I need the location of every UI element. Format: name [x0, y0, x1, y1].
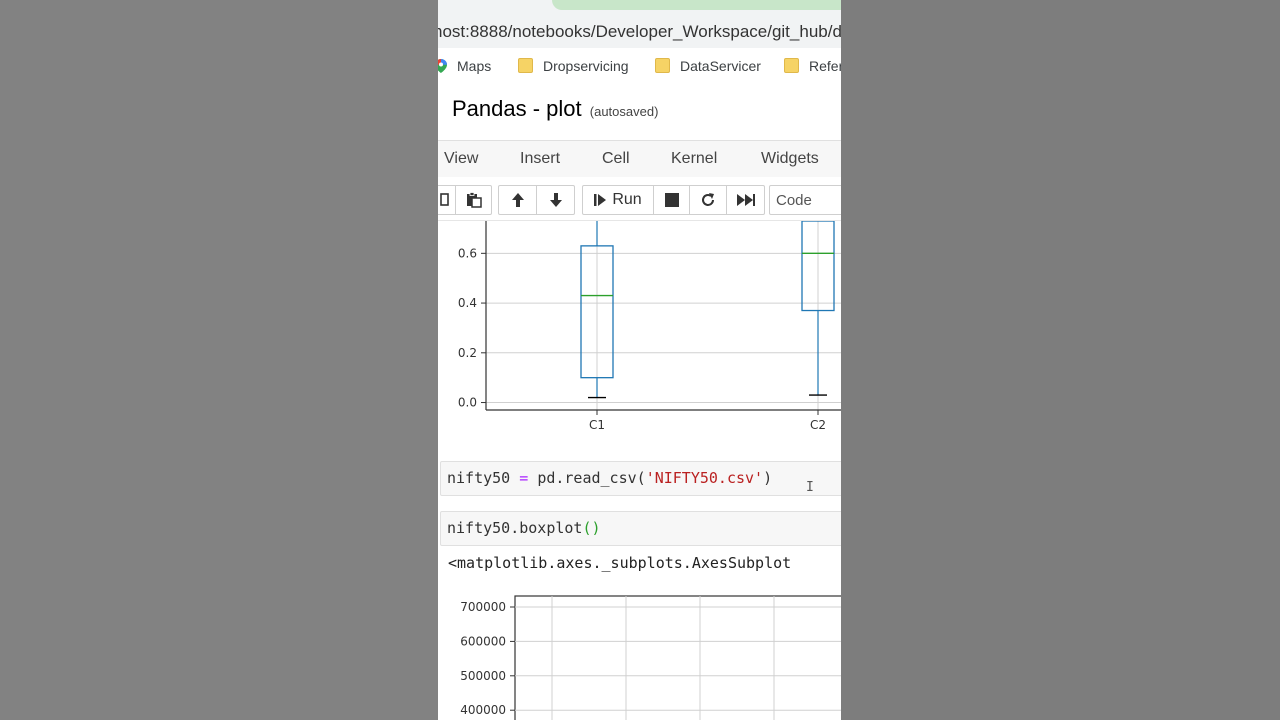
active-tab-indicator[interactable] [552, 0, 841, 10]
step-forward-icon [594, 194, 607, 206]
run-label: Run [612, 191, 642, 208]
arrow-up-icon [511, 193, 524, 207]
folder-icon [655, 58, 670, 73]
code-line[interactable]: nifty50.boxplot() [447, 519, 601, 537]
fast-forward-icon [736, 194, 755, 206]
stop-icon [664, 193, 679, 207]
background-right [841, 0, 1280, 720]
code-line[interactable]: nifty50 = pd.read_csv('NIFTY50.csv') [447, 469, 772, 487]
refresh-icon [702, 193, 714, 206]
x-tick-label: C1 [589, 418, 605, 432]
notebook-name[interactable]: Pandas - plot [452, 96, 582, 121]
y-tick-label: 600000 [460, 634, 506, 648]
bookmarks-bar: Maps Dropservicing DataServicer Refer [438, 50, 841, 82]
y-tick-label: 0.6 [458, 246, 477, 260]
menu-kernel[interactable]: Kernel [671, 150, 717, 168]
notebook-toolbar: Run Code [438, 180, 841, 221]
browser-window: host:8888/notebooks/Developer_Workspace/… [438, 0, 841, 720]
menu-cell[interactable]: Cell [602, 150, 630, 168]
run-button[interactable]: Run [583, 186, 653, 214]
folder-icon [784, 58, 799, 73]
move-down-button[interactable] [537, 186, 574, 214]
y-tick-label: 500000 [460, 669, 506, 683]
cell-output-text: <matplotlib.axes._subplots.AxesSubplot [448, 554, 792, 572]
paste-icon [466, 192, 482, 208]
arrow-down-icon [549, 193, 562, 207]
text-cursor-icon: I [806, 480, 814, 495]
y-tick-label: 0.4 [458, 296, 477, 310]
menu-widgets[interactable]: Widgets [761, 150, 819, 168]
url-text[interactable]: host:8888/notebooks/Developer_Workspace/… [438, 22, 841, 42]
notebook-title[interactable]: Pandas - plot (autosaved) [452, 96, 658, 122]
bookmark-dropservicing[interactable]: Dropservicing [518, 58, 629, 76]
bookmark-label: Dropservicing [543, 58, 629, 74]
bookmark-maps[interactable]: Maps [438, 58, 491, 76]
plot-frame [514, 595, 841, 720]
restart-run-all-button[interactable] [727, 186, 764, 214]
y-tick-label: 0.0 [458, 396, 477, 410]
menu-view[interactable]: View [444, 150, 478, 168]
paste-button[interactable] [456, 186, 491, 214]
autosave-status: (autosaved) [589, 104, 659, 119]
restart-button[interactable] [690, 186, 726, 214]
code-cell-read-csv[interactable]: nifty50 = pd.read_csv('NIFTY50.csv') [440, 461, 841, 496]
copy-icon [440, 193, 449, 206]
clipboard-group [438, 185, 492, 215]
folder-icon [518, 58, 533, 73]
boxplot-chart-2: 700000 600000 500000 400000 [460, 595, 841, 720]
address-bar[interactable]: host:8888/notebooks/Developer_Workspace/… [438, 14, 841, 48]
bookmark-dataservicer[interactable]: DataServicer [655, 58, 761, 76]
notebook-header: Pandas - plot (autosaved) [438, 86, 841, 141]
bookmark-refer[interactable]: Refer [784, 58, 841, 76]
google-maps-icon [438, 59, 447, 73]
menu-insert[interactable]: Insert [520, 150, 560, 168]
code-cell-boxplot[interactable]: nifty50.boxplot() [440, 511, 841, 546]
move-group [498, 185, 575, 215]
bookmark-label: Refer [809, 58, 841, 74]
background-left [0, 0, 438, 720]
tab-strip [438, 0, 841, 14]
y-tick-label: 0.2 [458, 346, 477, 360]
move-up-button[interactable] [499, 186, 536, 214]
bookmark-label: DataServicer [680, 58, 761, 74]
copy-button[interactable] [438, 186, 455, 214]
bookmark-label: Maps [457, 58, 492, 74]
menu-bar: View Insert Cell Kernel Widgets [438, 141, 841, 177]
y-tick-label: 700000 [460, 600, 506, 614]
x-tick-label: C2 [810, 418, 826, 432]
y-tick-label: 400000 [460, 703, 506, 717]
run-group: Run [582, 185, 765, 215]
interrupt-button[interactable] [654, 186, 689, 214]
boxplot-chart-1: 0.0 0.2 0.4 0.6 C1 C2 [458, 221, 841, 432]
cell-type-select[interactable]: Code [769, 185, 841, 215]
cell-type-value: Code [776, 192, 812, 209]
